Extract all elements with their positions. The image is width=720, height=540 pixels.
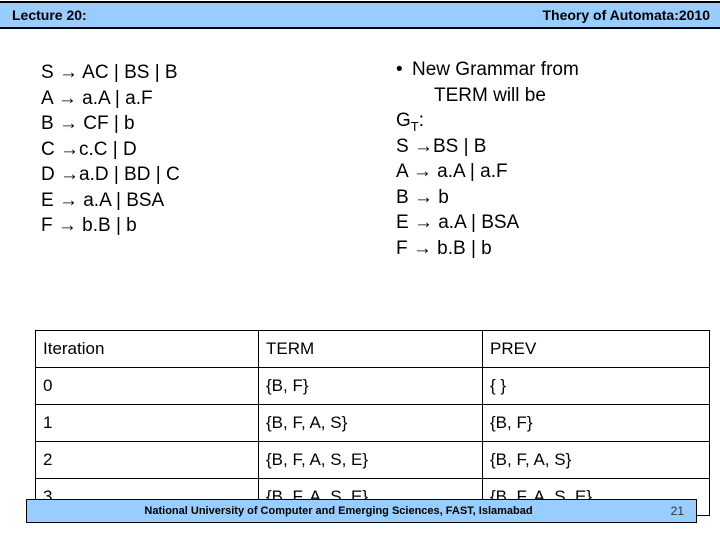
new-grammar-bullet-line: • New Grammar from	[396, 57, 662, 83]
table-cell-iteration: 2	[35, 441, 259, 479]
table-cell-term: {B, F, A, S, E}	[258, 441, 483, 479]
bullet-icon: •	[396, 59, 403, 80]
grammar-label-subscript: T	[410, 118, 419, 134]
lecture-title: Lecture 20:	[12, 7, 87, 23]
table-cell-prev: {B, F}	[482, 404, 710, 442]
new-grammar-rule: F → b.B | b	[396, 237, 492, 259]
iteration-table: Iteration TERM PREV 0 {B, F} { } 1 {B, F…	[35, 330, 710, 516]
table-header-cell: TERM	[258, 330, 483, 368]
table-header-cell: Iteration	[35, 330, 259, 368]
slide-body: S → AC | BS | B A → a.A | a.F B → CF | b…	[0, 29, 720, 516]
new-grammar-label: GT:	[396, 108, 696, 134]
table-cell-iteration: 1	[35, 404, 259, 442]
table-header-cell: PREV	[482, 330, 710, 368]
slide-footer-bar: National University of Computer and Emer…	[26, 499, 697, 523]
page-number: 21	[670, 504, 684, 518]
table-cell-term: {B, F}	[258, 367, 483, 405]
original-grammar-block: S → AC | BS | B A → a.A | a.F B → CF | b…	[41, 62, 180, 236]
new-grammar-bullet-text: New Grammar from	[412, 59, 579, 80]
course-title: Theory of Automata:2010	[542, 7, 710, 23]
table-header-row: Iteration TERM PREV	[35, 330, 710, 368]
table-cell-iteration: 0	[35, 367, 259, 405]
table-row: 2 {B, F, A, S, E} {B, F, A, S}	[35, 441, 710, 479]
grammar-label-colon: :	[418, 110, 425, 131]
table-cell-prev: {B, F, A, S}	[482, 441, 710, 479]
new-grammar-rule: S →BS | B	[396, 135, 487, 157]
new-grammar-bullet-line2: TERM will be	[434, 84, 546, 106]
table-cell-prev: { }	[482, 367, 710, 405]
grammar-label-base: G	[396, 110, 411, 131]
new-grammar-rule: E → a.A | BSA	[396, 212, 520, 233]
slide-header-bar: Lecture 20: Theory of Automata:2010	[0, 1, 720, 29]
table-cell-term: {B, F, A, S}	[258, 404, 483, 442]
new-grammar-block: • New Grammar from TERM will be GT: S →B…	[396, 57, 696, 261]
table-row: 0 {B, F} { }	[35, 367, 710, 405]
institution-label: National University of Computer and Emer…	[144, 505, 533, 517]
new-grammar-rule: A → a.A | a.F	[396, 161, 508, 182]
new-grammar-rule: B → b	[396, 186, 449, 208]
table-row: 1 {B, F, A, S} {B, F}	[35, 404, 710, 442]
